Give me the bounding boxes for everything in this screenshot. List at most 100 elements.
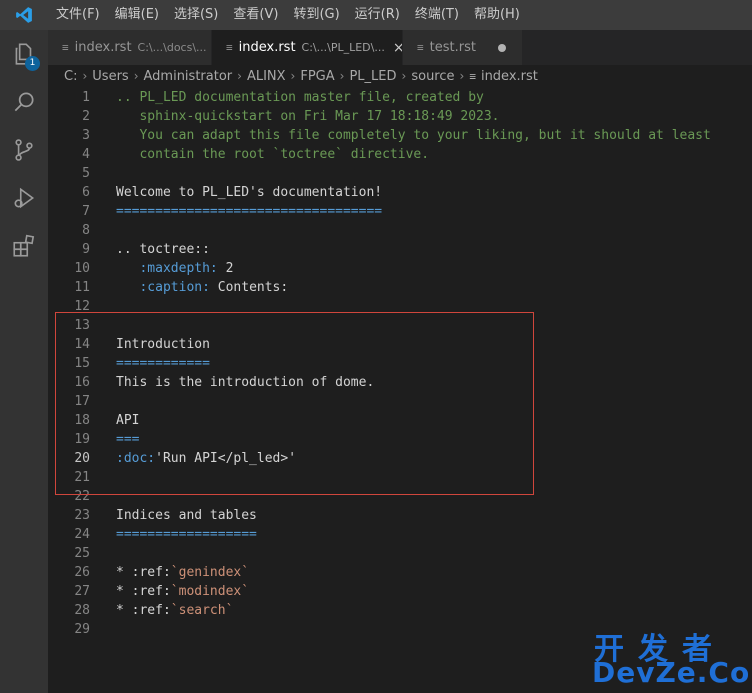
menu-selection[interactable]: 选择(S) — [166, 0, 225, 30]
menu-terminal[interactable]: 终端(T) — [407, 0, 466, 30]
line-number: 1 — [82, 90, 90, 105]
code-text: Welcome to PL_LED's documentation! — [116, 183, 382, 202]
close-icon[interactable]: × — [393, 40, 402, 56]
tab-index-docs[interactable]: ≡ index.rst C:\...\docs\... — [48, 30, 212, 65]
code-text: API — [116, 411, 139, 430]
menu-bar: 文件(F) 编辑(E) 选择(S) 查看(V) 转到(G) 运行(R) 终端(T… — [48, 0, 527, 30]
code-line[interactable]: 15 ============ — [48, 354, 752, 373]
breadcrumb-item[interactable]: Administrator — [144, 69, 233, 84]
menu-edit[interactable]: 编辑(E) — [107, 0, 166, 30]
tab-label: index.rst — [74, 40, 132, 55]
tab-test[interactable]: ≡ test.rst — [403, 30, 523, 65]
code-token: 'Run API</pl_led>' — [155, 451, 297, 466]
code-text: ================== — [116, 525, 257, 544]
code-line[interactable]: 3 You can adapt this file completely to … — [48, 126, 752, 145]
line-number: 6 — [82, 185, 90, 200]
code-token: :doc: — [116, 451, 156, 466]
menu-help[interactable]: 帮助(H) — [466, 0, 527, 30]
line-number: 25 — [74, 546, 90, 561]
code-line[interactable]: 28 * :ref:`search` — [48, 601, 752, 620]
code-token: `modindex` — [170, 584, 250, 599]
code-line[interactable]: 4 contain the root `toctree` directive. — [48, 145, 752, 164]
code-line[interactable]: 2 sphinx-quickstart on Fri Mar 17 18:18:… — [48, 107, 752, 126]
line-number: 18 — [74, 413, 90, 428]
code-line[interactable]: 9 .. toctree:: — [48, 240, 752, 259]
code-line[interactable]: 13 — [48, 316, 752, 335]
search-icon[interactable] — [0, 78, 48, 126]
code-line[interactable]: 16 This is the introduction of dome. — [48, 373, 752, 392]
line-number: 3 — [82, 128, 90, 143]
chevron-right-icon: › — [290, 69, 296, 83]
code-line[interactable]: 19 === — [48, 430, 752, 449]
code-line[interactable]: 25 — [48, 544, 752, 563]
code-token: Introduction — [116, 337, 210, 352]
code-line[interactable]: 20:doc:'Run API</pl_led>' — [48, 449, 752, 468]
code-line[interactable]: 26 * :ref:`genindex` — [48, 563, 752, 582]
code-line[interactable]: 21 — [48, 468, 752, 487]
extensions-icon[interactable] — [0, 222, 48, 270]
unsaved-dot-icon[interactable] — [498, 43, 506, 52]
code-line[interactable]: 24 ================== — [48, 525, 752, 544]
tab-bar: ≡ index.rst C:\...\docs\... ≡ index.rst … — [48, 30, 752, 65]
code-editor[interactable]: 1 .. PL_LED documentation master file, cr… — [48, 87, 752, 693]
code-line[interactable]: 17 — [48, 392, 752, 411]
code-text: .. toctree:: — [116, 240, 210, 259]
breadcrumb-item[interactable]: source — [411, 69, 454, 84]
code-token: Contents: — [209, 280, 289, 295]
code-line[interactable]: 29 — [48, 620, 752, 639]
code-line[interactable]: 18 API — [48, 411, 752, 430]
code-line[interactable]: 7 ================================== — [48, 202, 752, 221]
code-line[interactable]: 6 Welcome to PL_LED's documentation! — [48, 183, 752, 202]
menu-file[interactable]: 文件(F) — [48, 0, 107, 30]
line-number: 14 — [74, 337, 90, 352]
vscode-logo-icon — [0, 0, 48, 30]
breadcrumb-item[interactable]: FPGA — [300, 69, 334, 84]
line-number: 23 — [74, 508, 90, 523]
code-text: * :ref:`modindex` — [116, 582, 249, 601]
code-text: sphinx-quickstart on Fri Mar 17 18:18:49… — [116, 107, 499, 126]
line-number: 5 — [82, 166, 90, 181]
code-line[interactable]: 5 — [48, 164, 752, 183]
breadcrumb-item[interactable]: ALINX — [247, 69, 286, 84]
breadcrumb-item[interactable]: index.rst — [481, 69, 538, 84]
breadcrumb-item[interactable]: C: — [64, 69, 77, 84]
line-number: 13 — [74, 318, 90, 333]
menu-go[interactable]: 转到(G) — [285, 0, 346, 30]
source-control-icon[interactable] — [0, 126, 48, 174]
menu-run[interactable]: 运行(R) — [347, 0, 407, 30]
code-line[interactable]: 10 :maxdepth: 2 — [48, 259, 752, 278]
title-bar: 文件(F) 编辑(E) 选择(S) 查看(V) 转到(G) 运行(R) 终端(T… — [0, 0, 752, 30]
run-debug-icon[interactable] — [0, 174, 48, 222]
menu-view[interactable]: 查看(V) — [225, 0, 285, 30]
code-token: .. PL_LED documentation master file, cre… — [116, 90, 484, 105]
code-line[interactable]: 11 :caption: Contents: — [48, 278, 752, 297]
breadcrumb-item[interactable]: PL_LED — [349, 69, 396, 84]
files-icon[interactable]: 1 — [0, 30, 48, 78]
code-text: contain the root `toctree` directive. — [116, 145, 429, 164]
code-token: :maxdepth: — [139, 261, 218, 276]
breadcrumb-item[interactable]: Users — [92, 69, 128, 84]
code-line[interactable]: 1 .. PL_LED documentation master file, cr… — [48, 88, 752, 107]
code-token: :caption: — [139, 280, 210, 295]
code-token: * :ref: — [116, 603, 171, 618]
line-number: 19 — [74, 432, 90, 447]
chevron-right-icon: › — [82, 69, 88, 83]
code-text: ============ — [116, 354, 210, 373]
code-line[interactable]: 23 Indices and tables — [48, 506, 752, 525]
line-number: 7 — [82, 204, 90, 219]
code-token: .. toctree:: — [116, 242, 210, 257]
code-text: This is the introduction of dome. — [116, 373, 374, 392]
code-line[interactable]: 22 — [48, 487, 752, 506]
line-number: 8 — [82, 223, 90, 238]
tab-label: test.rst — [429, 40, 476, 55]
code-token: ================================== — [116, 204, 383, 219]
code-line[interactable]: 12 — [48, 297, 752, 316]
code-line[interactable]: 8 — [48, 221, 752, 240]
code-line[interactable]: 27 * :ref:`modindex` — [48, 582, 752, 601]
line-number: 16 — [74, 375, 90, 390]
code-text: * :ref:`genindex` — [116, 563, 249, 582]
tab-index-pl-led[interactable]: ≡ index.rst C:\...\PL_LED\... × — [212, 30, 403, 65]
code-line[interactable]: 14 Introduction — [48, 335, 752, 354]
